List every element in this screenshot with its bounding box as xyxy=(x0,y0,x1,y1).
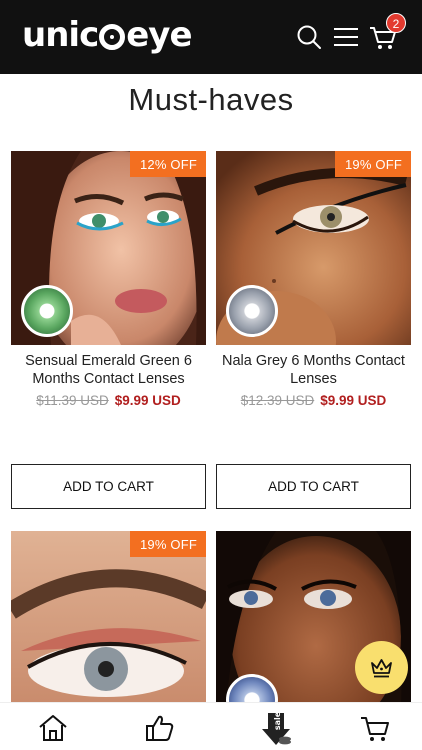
product-card[interactable]: 19% OFF xyxy=(11,531,206,706)
bottom-navigation: sale xyxy=(0,702,422,750)
cart-icon[interactable] xyxy=(359,712,391,744)
sale-price: $9.99 USD xyxy=(114,393,181,408)
top-header: uni c eye 2 xyxy=(0,0,422,74)
product-image[interactable]: 12% OFF xyxy=(11,151,206,345)
discount-badge: 19% OFF xyxy=(334,151,411,177)
thumbs-up-icon[interactable] xyxy=(144,712,176,744)
section-title: Must-haves xyxy=(128,82,294,117)
product-card[interactable]: 12% OFF Sensual Emerald Green 6 Months C… xyxy=(11,151,206,408)
add-to-cart-button[interactable]: ADD TO CART xyxy=(11,464,206,509)
cart-count-badge: 2 xyxy=(386,13,406,33)
sale-price: $9.99 USD xyxy=(320,393,387,408)
price-row: $11.39 USD $9.99 USD xyxy=(11,393,206,408)
crown-icon xyxy=(371,659,392,678)
sale-icon[interactable]: sale xyxy=(258,711,294,747)
lens-swatch xyxy=(21,285,73,337)
original-price: $11.39 USD xyxy=(36,393,109,408)
discount-badge: 12% OFF xyxy=(129,151,206,177)
rewards-button[interactable] xyxy=(355,641,408,694)
product-image[interactable]: 19% OFF xyxy=(216,151,411,345)
price-row: $12.39 USD $9.99 USD xyxy=(216,393,411,408)
home-icon[interactable] xyxy=(37,712,69,744)
brand-logo[interactable]: uni c eye xyxy=(22,14,193,56)
lens-swatch xyxy=(226,285,278,337)
original-price: $12.39 USD xyxy=(240,393,315,408)
product-card[interactable]: 19% OFF Nala Grey 6 Months Contact Lense… xyxy=(216,151,411,408)
search-icon[interactable] xyxy=(294,22,324,52)
discount-badge: 19% OFF xyxy=(129,531,206,557)
model-photo xyxy=(11,531,206,706)
product-name[interactable]: Sensual Emerald Green 6 Months Contact L… xyxy=(11,352,206,388)
sale-label: sale xyxy=(273,711,282,730)
product-image[interactable]: 19% OFF xyxy=(11,531,206,706)
product-name[interactable]: Nala Grey 6 Months Contact Lenses xyxy=(216,352,411,388)
menu-icon[interactable] xyxy=(331,22,361,52)
add-to-cart-button[interactable]: ADD TO CART xyxy=(216,464,411,509)
